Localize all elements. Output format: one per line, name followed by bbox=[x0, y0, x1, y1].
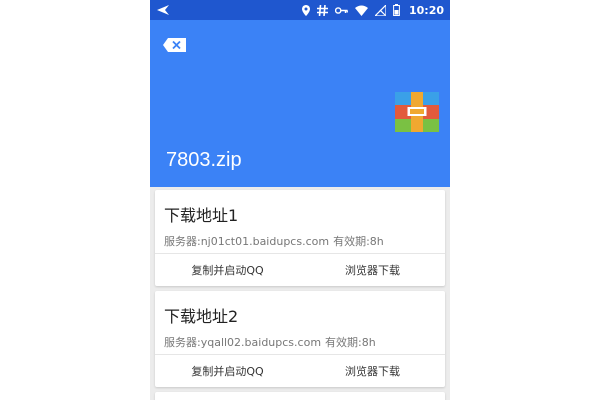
validity-text: 有效期:8h bbox=[333, 235, 384, 248]
validity-text: 有效期:8h bbox=[325, 336, 376, 349]
download-card-partial bbox=[155, 392, 445, 400]
send-icon bbox=[157, 5, 169, 15]
card-title: 下载地址1 bbox=[164, 206, 239, 225]
key-icon bbox=[334, 6, 348, 14]
location-icon bbox=[301, 4, 310, 16]
browser-download-button[interactable]: 浏览器下载 bbox=[300, 254, 445, 286]
card-meta: 服务器:yqall02.baidupcs.com 有效期:8h bbox=[164, 334, 376, 350]
server-text: 服务器:yqall02.baidupcs.com bbox=[164, 336, 322, 349]
card-title: 下载地址2 bbox=[164, 307, 239, 326]
hash-icon bbox=[316, 4, 328, 16]
download-card: 下载地址1 服务器:nj01ct01.baidupcs.com 有效期:8h 复制… bbox=[155, 190, 445, 286]
copy-launch-qq-button[interactable]: 复制并启动QQ bbox=[155, 355, 300, 387]
server-text: 服务器:nj01ct01.baidupcs.com bbox=[164, 235, 330, 248]
file-header: 7803.zip bbox=[150, 20, 450, 187]
backspace-icon[interactable] bbox=[162, 37, 188, 53]
wifi-icon bbox=[354, 5, 368, 16]
status-bar: 10:20 bbox=[150, 0, 450, 20]
file-name: 7803.zip bbox=[166, 149, 242, 171]
card-meta: 服务器:nj01ct01.baidupcs.com 有效期:8h bbox=[164, 233, 384, 249]
copy-launch-qq-button[interactable]: 复制并启动QQ bbox=[155, 254, 300, 286]
browser-download-button[interactable]: 浏览器下载 bbox=[300, 355, 445, 387]
phone-screen: 10:20 7803.zip 下载地址1 服务器:nj01ct01.baidup… bbox=[150, 0, 450, 400]
download-card: 下载地址2 服务器:yqall02.baidupcs.com 有效期:8h 复制并… bbox=[155, 291, 445, 387]
status-time: 10:20 bbox=[408, 3, 444, 17]
battery-icon bbox=[393, 4, 400, 16]
archive-icon bbox=[395, 92, 439, 132]
signal-off-icon bbox=[374, 4, 386, 16]
